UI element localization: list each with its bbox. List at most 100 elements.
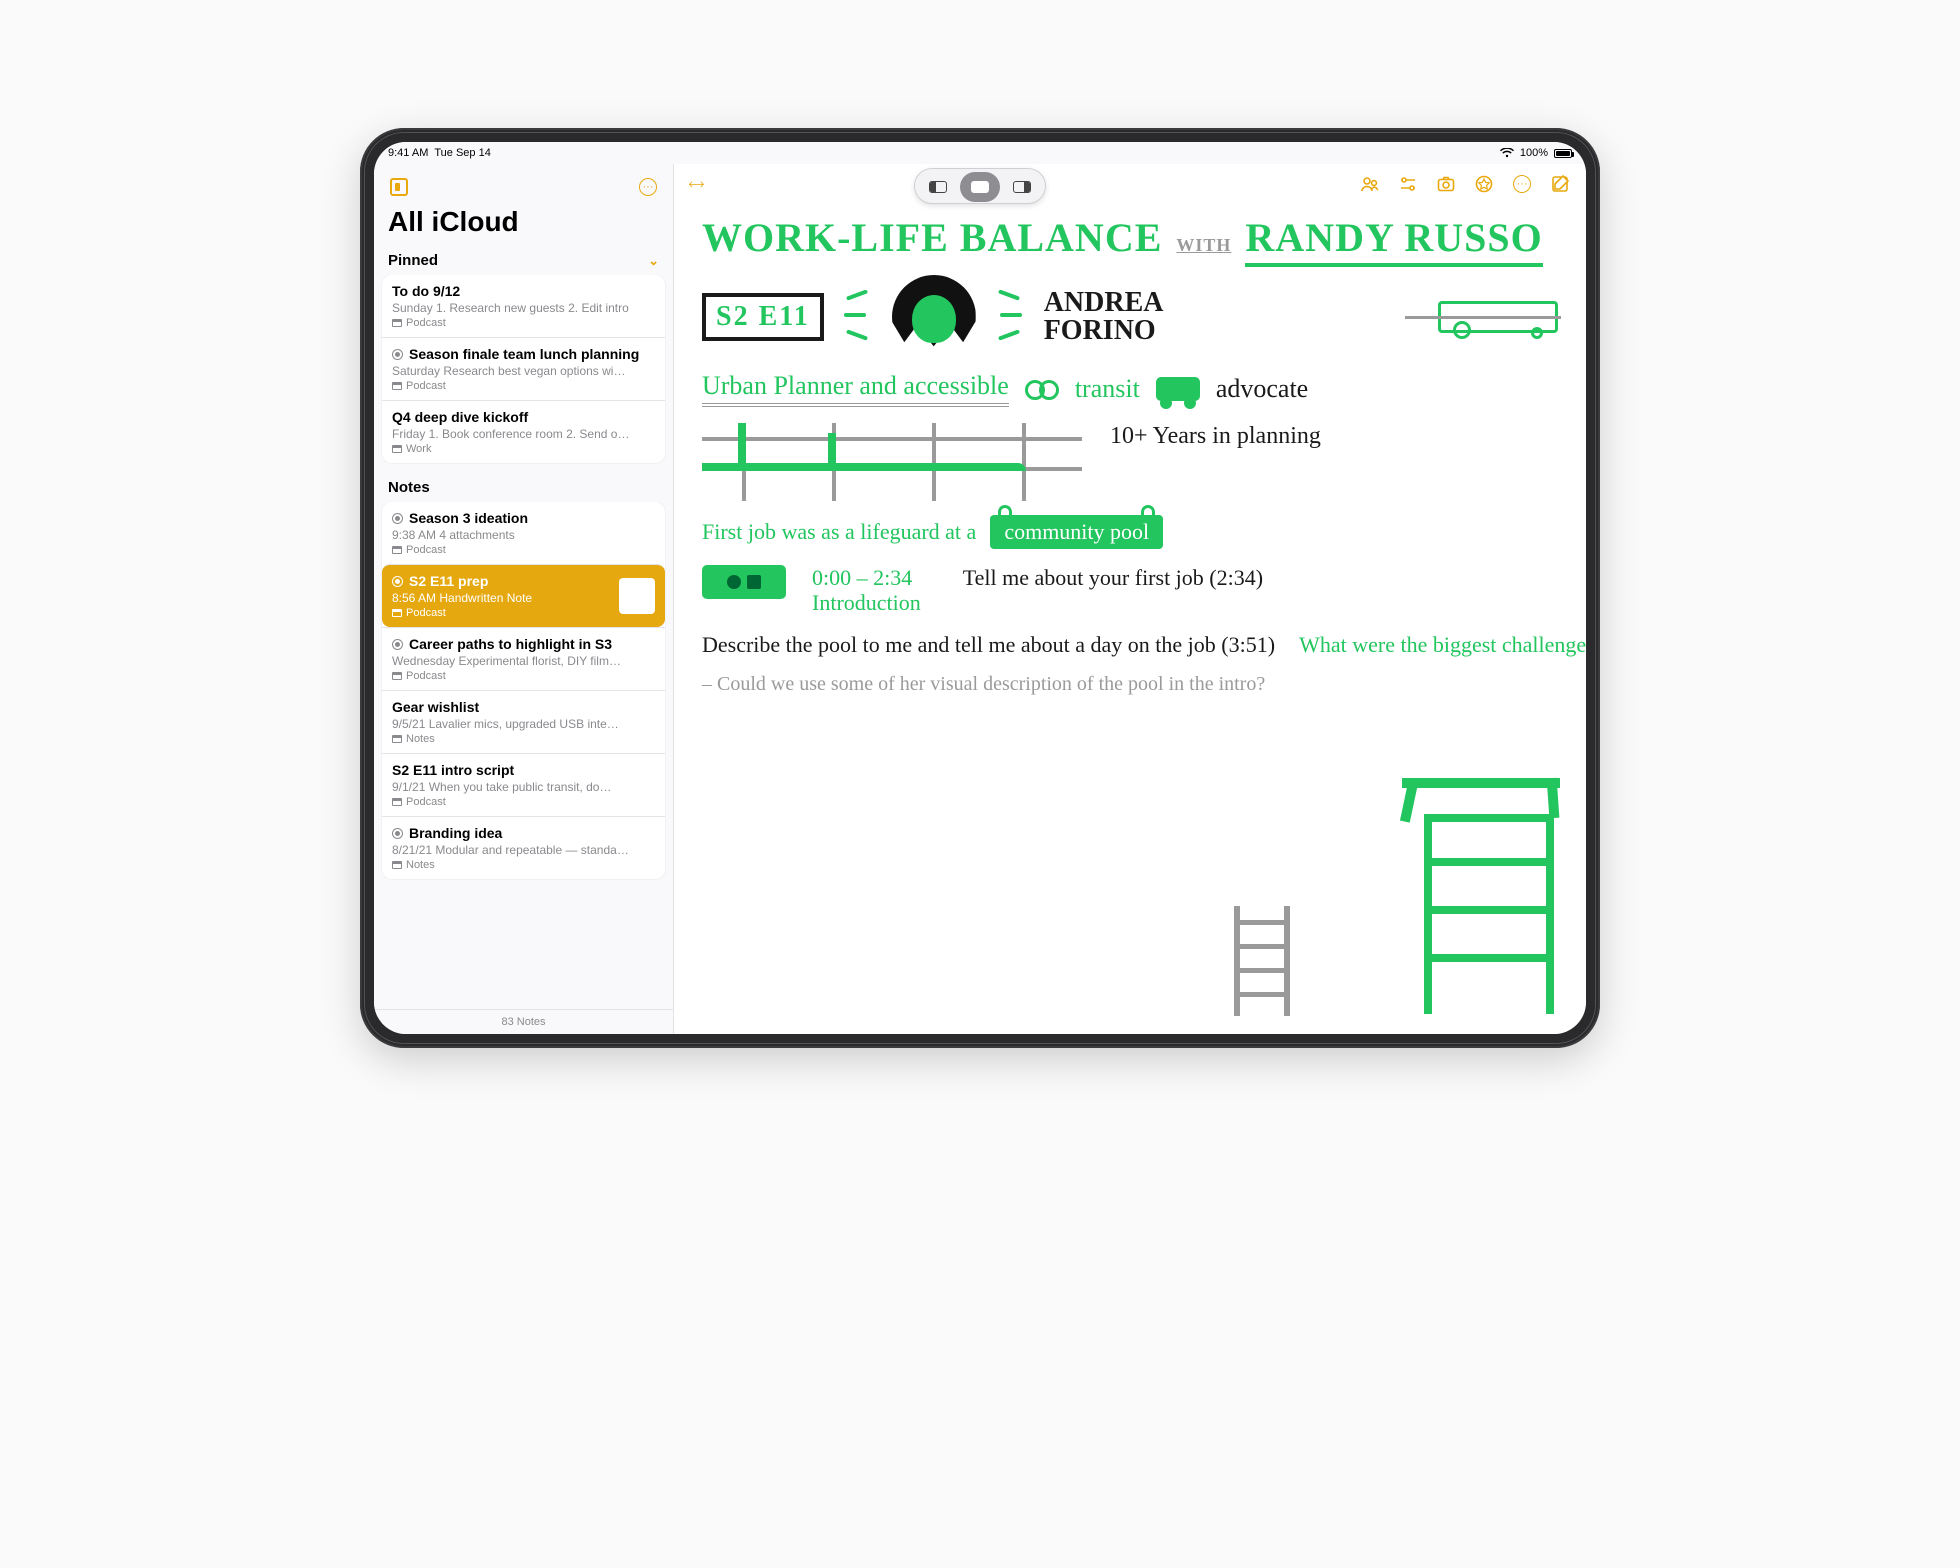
folder-icon [392, 672, 402, 680]
shared-icon [392, 828, 403, 839]
wifi-icon [1500, 148, 1514, 158]
note-folder: Podcast [406, 607, 446, 619]
note-folder: Podcast [406, 670, 446, 682]
guest-name: ANDREA FORINO [1044, 289, 1164, 345]
years-text: 10+ Years in planning [1110, 423, 1321, 450]
note-meta: Wednesday Experimental florist, DIY film… [392, 654, 655, 668]
note-title: To do 9/12 [392, 283, 460, 299]
shared-icon [392, 349, 403, 360]
community-pool-highlight: community pool [990, 515, 1163, 549]
face-doodle-icon [898, 281, 970, 353]
note-folder: Notes [406, 733, 435, 745]
sidebar-more-button[interactable] [635, 174, 661, 200]
note-title: Career paths to highlight in S3 [409, 636, 612, 652]
note-meta: 8/21/21 Modular and repeatable — standa… [392, 843, 655, 857]
note-row[interactable]: S2 E11 prep 8:56 AM Handwritten Note Podca… [382, 564, 665, 627]
note-title: S2 E11 intro script [392, 762, 514, 778]
notes-header[interactable]: Notes [374, 473, 673, 502]
note-folder: Podcast [406, 317, 446, 329]
shared-icon [392, 639, 403, 650]
camera-icon[interactable] [1436, 174, 1456, 194]
note-title: Branding idea [409, 825, 502, 841]
sidebar-footer: 83 Notes [374, 1009, 673, 1034]
note-meta: Saturday Research best vegan options wi… [392, 364, 655, 378]
note-row[interactable]: To do 9/12 Sunday 1. Research new guests … [382, 275, 665, 337]
note-folder: Notes [406, 859, 435, 871]
question-pool: Describe the pool to me and tell me abou… [702, 632, 1275, 658]
question-challenges: What were the biggest challenges you fac… [1299, 632, 1586, 658]
note-title: Season finale team lunch planning [409, 346, 639, 362]
note-meta: 9:38 AM 4 attachments [392, 528, 655, 542]
shared-icon [392, 513, 403, 524]
battery-pct: 100% [1520, 147, 1548, 159]
sidebar-toggle-button[interactable] [386, 174, 412, 200]
folder-icon [392, 445, 402, 453]
folder-icon [392, 546, 402, 554]
folder-icon [392, 798, 402, 806]
folder-icon [392, 735, 402, 743]
folder-icon [392, 861, 402, 869]
note-title: S2 E11 prep [409, 573, 488, 589]
multitask-fullscreen[interactable] [960, 172, 1000, 202]
multitask-control[interactable] [914, 168, 1046, 204]
folder-icon [392, 609, 402, 617]
title-part-b: RANDY RUSSO [1245, 214, 1542, 267]
ladder-doodle-icon [1234, 906, 1290, 1016]
battery-icon [1554, 149, 1572, 158]
note-thumbnail [619, 578, 655, 614]
car-doodle-icon [1156, 377, 1200, 401]
folder-icon [392, 319, 402, 327]
note-folder: Podcast [406, 796, 446, 808]
pinned-header[interactable]: Pinned ⌄ [374, 246, 673, 275]
expand-icon[interactable]: ⤢ [686, 174, 707, 195]
multitask-split-right[interactable] [1002, 172, 1042, 202]
title-part-a: WORK-LIFE BALANCE [702, 214, 1162, 261]
markup-icon[interactable] [1474, 174, 1494, 194]
note-row[interactable]: Season 3 ideation 9:38 AM 4 attachments Po… [382, 502, 665, 564]
note-editor: ⤢ WORK-LIFE BALANCE WITH RANDY RUSSO [674, 164, 1586, 1034]
notes-sidebar: All iCloud Pinned ⌄ To do 9/12 Sunday 1. … [374, 164, 674, 1034]
first-job-text: First job was as a lifeguard at a [702, 519, 976, 545]
shared-icon [392, 576, 403, 587]
editor-more-icon[interactable] [1512, 174, 1532, 194]
handwritten-canvas[interactable]: WORK-LIFE BALANCE WITH RANDY RUSSO S2 E1… [674, 204, 1586, 1034]
status-time: 9:41 AM [388, 147, 428, 159]
note-meta: 9/5/21 Lavalier mics, upgraded USB inte… [392, 717, 655, 731]
note-title: Q4 deep dive kickoff [392, 409, 528, 425]
status-date: Tue Sep 14 [434, 147, 490, 159]
urban-planner-text: Urban Planner and accessible [702, 371, 1009, 407]
bike-doodle-icon [1025, 378, 1059, 400]
note-row[interactable]: Branding idea 8/21/21 Modular and repeata… [382, 816, 665, 879]
ipad-frame: 9:41 AM Tue Sep 14 100% All iCloud [360, 128, 1600, 1048]
intro-segment: 0:00 – 2:34 Introduction [812, 565, 921, 616]
folder-icon [392, 382, 402, 390]
note-row[interactable]: Q4 deep dive kickoff Friday 1. Book confe… [382, 400, 665, 463]
question-first-job: Tell me about your first job (2:34) [963, 565, 1263, 591]
note-folder: Podcast [406, 544, 446, 556]
tape-doodle-icon [702, 565, 786, 599]
chevron-down-icon: ⌄ [648, 253, 659, 269]
note-meta: 8:56 AM Handwritten Note [392, 591, 611, 605]
collaborate-icon[interactable] [1360, 174, 1380, 194]
multitask-split-left[interactable] [918, 172, 958, 202]
note-meta: 9/1/21 When you take public transit, do… [392, 780, 655, 794]
note-folder: Podcast [406, 380, 446, 392]
lifeguard-chair-doodle-icon [1424, 814, 1554, 1014]
sidebar-title: All iCloud [374, 204, 673, 246]
bus-doodle-icon [1438, 301, 1558, 333]
note-meta: Friday 1. Book conference room 2. Send o… [392, 427, 655, 441]
note-row[interactable]: S2 E11 intro script 9/1/21 When you take … [382, 753, 665, 816]
title-with: WITH [1176, 235, 1231, 256]
note-title: Gear wishlist [392, 699, 479, 715]
status-bar: 9:41 AM Tue Sep 14 100% [374, 142, 1586, 164]
note-title: Season 3 ideation [409, 510, 528, 526]
episode-box: S2 E11 [702, 293, 824, 341]
followup-visual: – Could we use some of her visual descri… [702, 672, 1062, 696]
note-meta: Sunday 1. Research new guests 2. Edit in… [392, 301, 655, 315]
transit-map-doodle [702, 423, 1082, 501]
note-row[interactable]: Gear wishlist 9/5/21 Lavalier mics, upgra… [382, 690, 665, 753]
note-row[interactable]: Season finale team lunch planning Saturda… [382, 337, 665, 400]
compose-icon[interactable] [1550, 174, 1570, 194]
note-row[interactable]: Career paths to highlight in S3 Wednesday… [382, 627, 665, 690]
adjust-sliders-icon[interactable] [1398, 174, 1418, 194]
